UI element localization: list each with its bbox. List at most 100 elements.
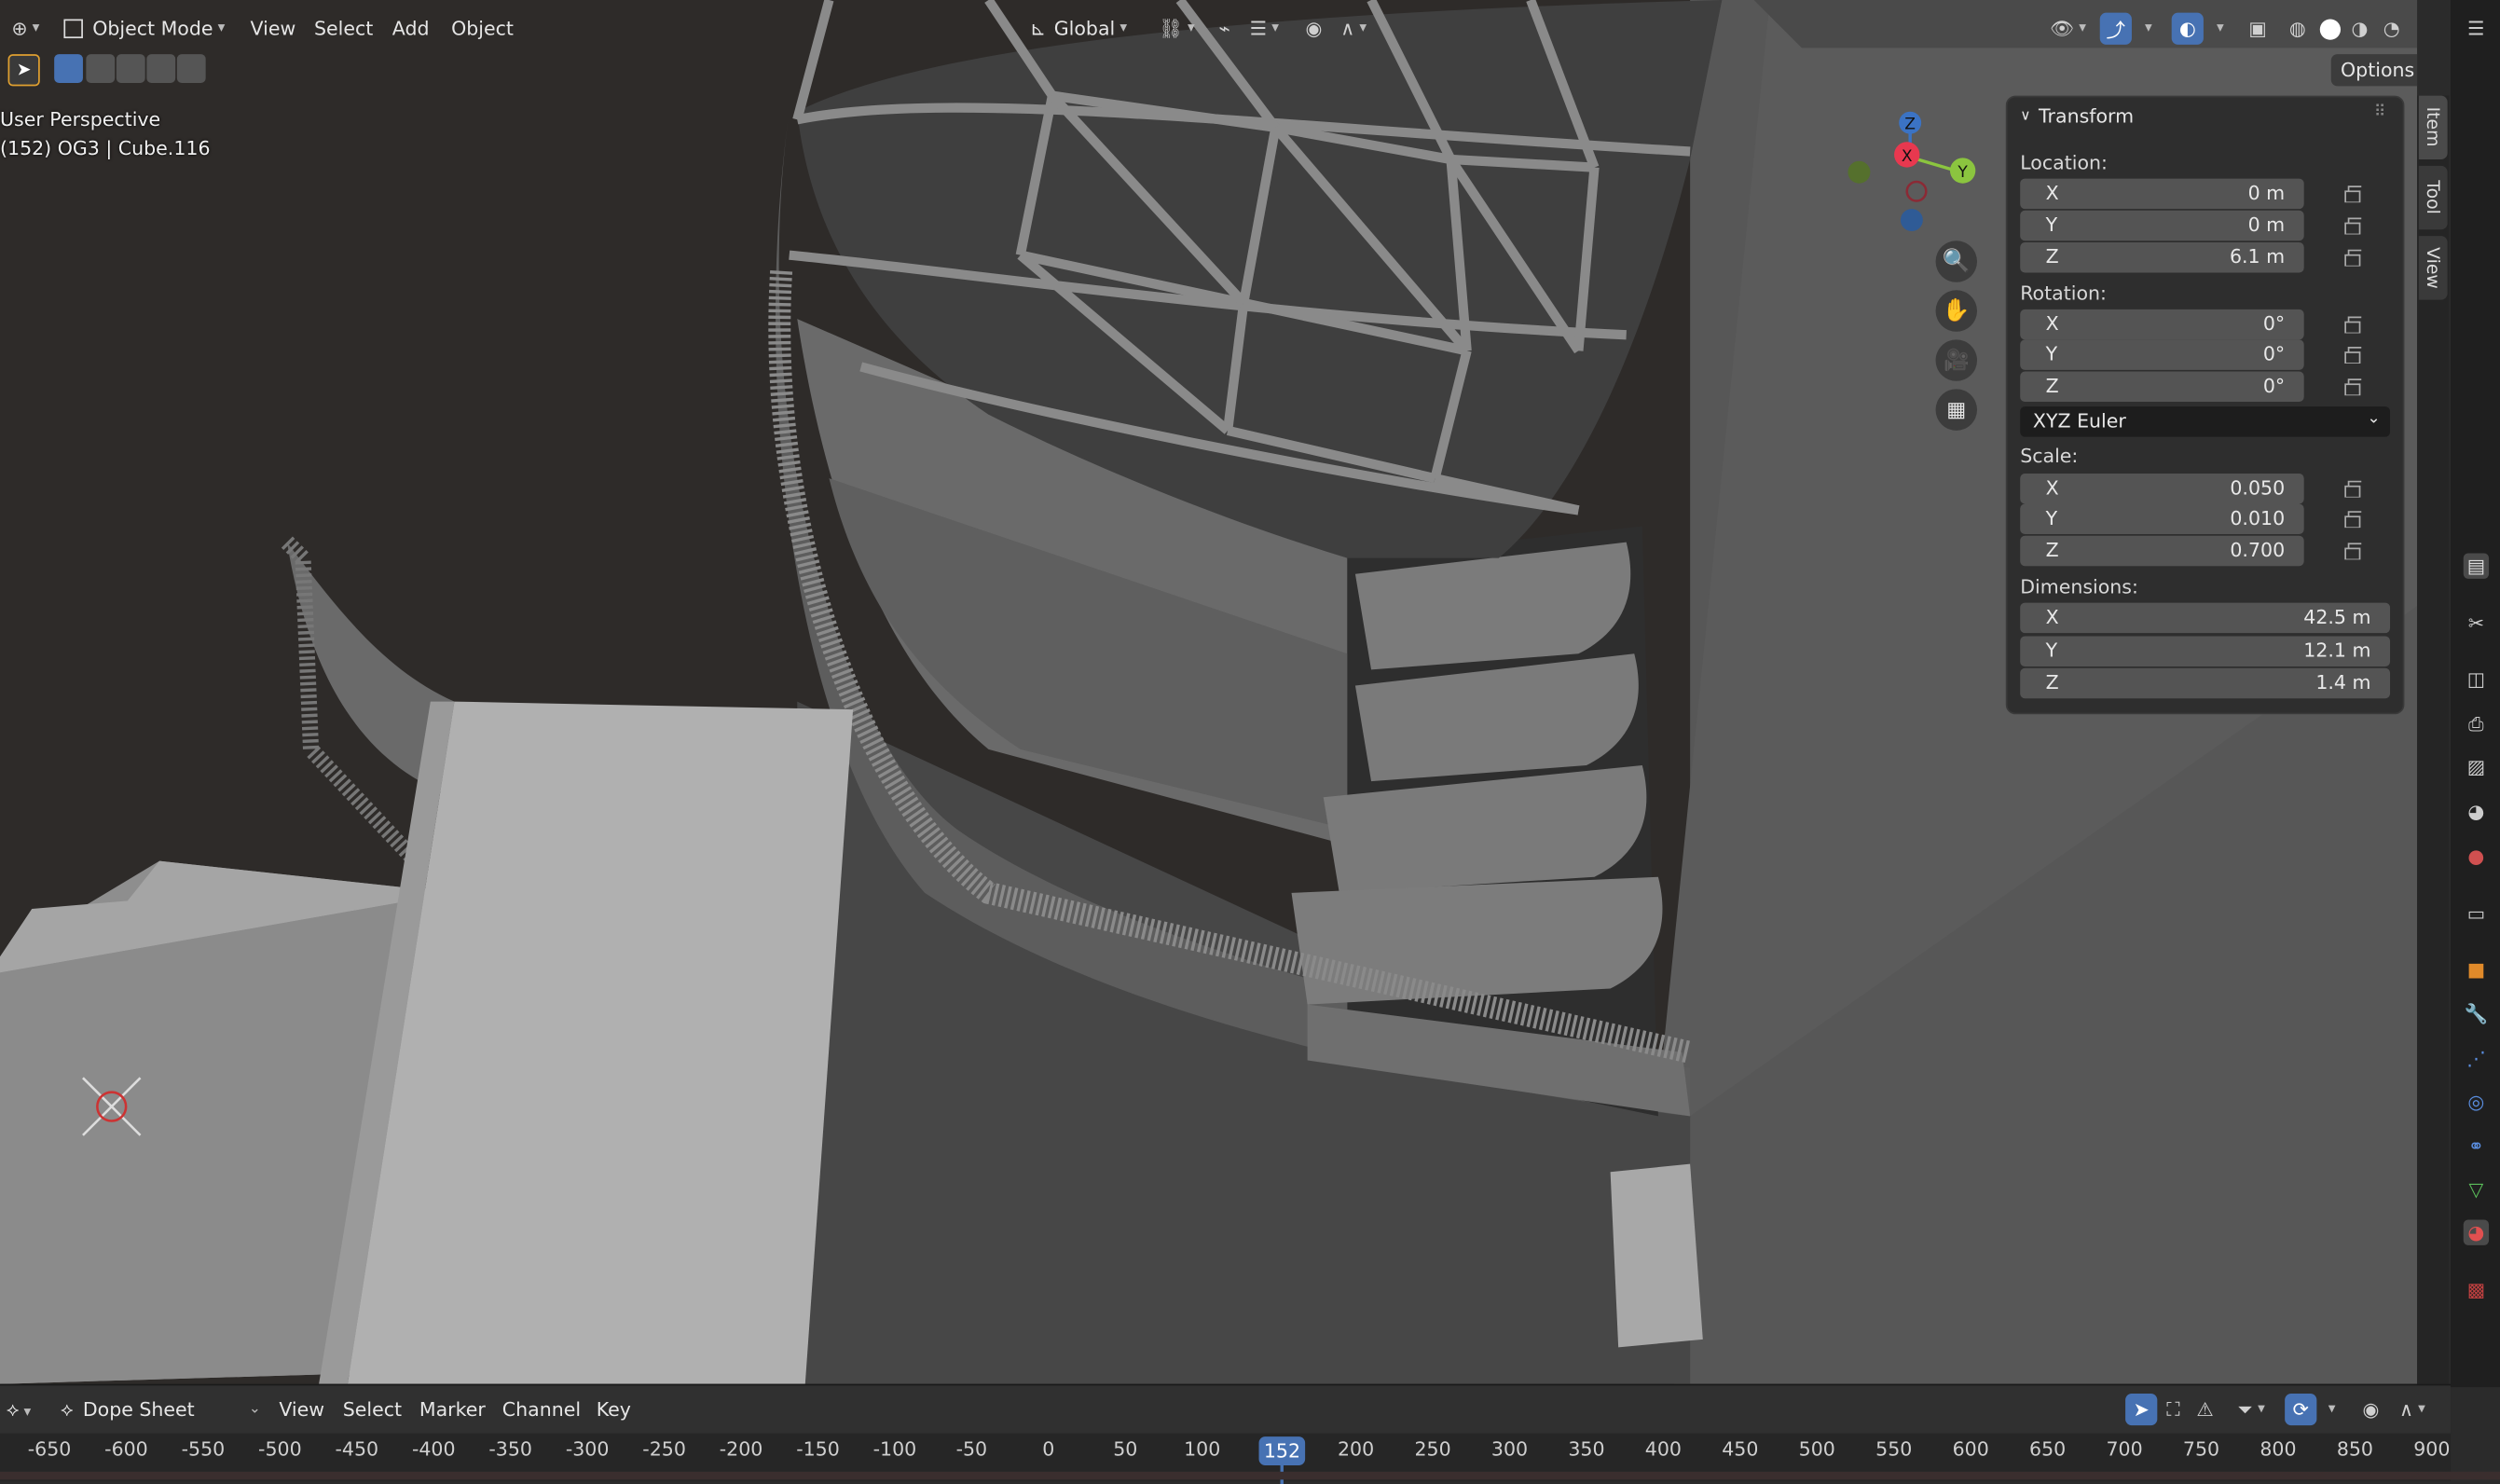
output-properties-icon[interactable]: ⎙: [2464, 711, 2489, 736]
zoom-icon[interactable]: 🔍: [1935, 240, 1978, 282]
menu-key[interactable]: Key: [597, 1395, 631, 1424]
only-selected-icon[interactable]: ➤: [2125, 1393, 2158, 1426]
lock-icon[interactable]: [2342, 314, 2365, 334]
menu-object[interactable]: Object: [442, 13, 523, 45]
lock-icon[interactable]: [2342, 344, 2365, 364]
data-properties-icon[interactable]: ▽: [2464, 1176, 2489, 1202]
particles-properties-icon[interactable]: ⋰: [2464, 1046, 2489, 1071]
location-y-field[interactable]: Y0 m: [2020, 210, 2304, 241]
scale-y-field[interactable]: Y 0.010: [2020, 503, 2304, 535]
editor-type-icon[interactable]: ⊕ ▾: [5, 13, 46, 45]
rendered-shading-icon[interactable]: ◔: [2376, 13, 2408, 45]
select-subtract-icon[interactable]: [116, 54, 145, 83]
gizmo-toggle-icon[interactable]: ⤴: [2099, 12, 2132, 45]
lock-icon[interactable]: [2342, 184, 2365, 203]
lock-icon[interactable]: [2342, 377, 2365, 396]
gizmo-neg-y[interactable]: [1848, 160, 1871, 184]
lock-icon[interactable]: [2342, 478, 2365, 498]
falloff-icon[interactable]: ∧ ▾: [1333, 13, 1374, 45]
scale-x-field[interactable]: X 0.050: [2020, 474, 2304, 504]
material-properties-icon[interactable]: ◕: [2463, 1219, 2490, 1245]
menu-select[interactable]: Select: [343, 1395, 402, 1424]
pivot-point-icon[interactable]: ⛓ ▾: [1154, 13, 1199, 45]
gizmo-neg-x[interactable]: [1905, 180, 1928, 202]
rotation-y-field[interactable]: Y 0°: [2020, 339, 2304, 370]
visibility-icon[interactable]: 👁 ▾: [2044, 13, 2092, 45]
pan-hand-icon[interactable]: ✋: [1935, 290, 1978, 332]
properties-editor-icon[interactable]: ▤: [2463, 553, 2490, 579]
xray-icon[interactable]: ▣: [2242, 13, 2273, 45]
transform-header[interactable]: ∨ Transform: [2020, 105, 2134, 128]
select-invert-icon[interactable]: [146, 54, 176, 83]
world-properties-icon[interactable]: ●: [2464, 844, 2489, 869]
orientation-dropdown[interactable]: ⊾ Global ▾: [1021, 13, 1137, 45]
proportional-edit-icon[interactable]: ◉: [1298, 13, 1329, 45]
menu-select[interactable]: Select: [305, 13, 383, 45]
gizmo-neg-z[interactable]: [1900, 209, 1923, 232]
lock-icon[interactable]: [2342, 541, 2365, 560]
scene-properties-icon[interactable]: ◕: [2464, 799, 2489, 824]
chevron-down-icon[interactable]: [2408, 13, 2417, 45]
dimensions-y-field[interactable]: Y 12.1 m: [2020, 636, 2391, 666]
lock-icon[interactable]: [2342, 247, 2365, 267]
chevron-down-icon[interactable]: ▾: [2134, 13, 2159, 45]
rotation-mode-dropdown[interactable]: XYZ Euler ⌄: [2020, 406, 2391, 437]
location-x-field[interactable]: X0 m: [2020, 178, 2304, 210]
menu-view[interactable]: View: [279, 1395, 324, 1424]
falloff-icon[interactable]: ∧ ▾: [2392, 1394, 2433, 1425]
filter-icon[interactable]: ⏷ ▾: [2228, 1394, 2275, 1425]
menu-channel[interactable]: Channel: [502, 1395, 581, 1424]
location-z-field[interactable]: Z 6.1 m: [2020, 241, 2304, 273]
editor-type-icon[interactable]: ⟡ ▾: [7, 1395, 31, 1427]
outliner-icon[interactable]: ☰: [2464, 16, 2489, 41]
tool-properties-icon[interactable]: ✂: [2464, 611, 2489, 636]
solid-shading-icon[interactable]: [2314, 13, 2345, 45]
show-hidden-icon[interactable]: ⛶: [2157, 1394, 2189, 1425]
view-layer-icon[interactable]: ▨: [2464, 754, 2489, 779]
texture-properties-icon[interactable]: ▩: [2464, 1277, 2489, 1302]
3d-viewport[interactable]: ⊕ ▾ Object Mode ▾ View Select Add Object ⊾…: [0, 0, 2418, 1384]
perspective-grid-icon[interactable]: ▦: [1935, 389, 1978, 431]
drag-handle-icon[interactable]: ⠿: [2374, 103, 2386, 121]
dimensions-z-field[interactable]: Z 1.4 m: [2020, 667, 2391, 699]
menu-view[interactable]: View: [240, 13, 305, 45]
lock-icon[interactable]: [2342, 215, 2365, 235]
physics-properties-icon[interactable]: ◎: [2464, 1089, 2489, 1114]
menu-add[interactable]: Add: [383, 13, 439, 45]
snap-icon[interactable]: ⌁: [1209, 13, 1241, 45]
render-properties-icon[interactable]: ◫: [2464, 666, 2489, 692]
only-errors-icon[interactable]: ⚠: [2190, 1394, 2221, 1425]
tab-item[interactable]: Item: [2418, 95, 2448, 160]
wireframe-shading-icon[interactable]: ◍: [2282, 13, 2314, 45]
snapping-icon[interactable]: ⟳: [2285, 1393, 2317, 1426]
navigation-gizmo[interactable]: Z X Y: [1834, 105, 1993, 249]
material-shading-icon[interactable]: ◑: [2343, 13, 2375, 45]
scale-z-field[interactable]: Z 0.700: [2020, 535, 2304, 567]
rotation-x-field[interactable]: X 0°: [2020, 309, 2304, 340]
lock-icon[interactable]: [2342, 509, 2365, 529]
options-dropdown[interactable]: Options▾: [2330, 54, 2418, 87]
object-properties-icon[interactable]: ■: [2464, 956, 2489, 982]
dope-mode-dropdown[interactable]: ⟡ Dope Sheet ⌄: [61, 1395, 261, 1424]
collection-properties-icon[interactable]: ▭: [2464, 900, 2489, 926]
viewport-header: ⊕ ▾ Object Mode ▾ View Select Add Object ⊾…: [0, 0, 2417, 58]
dimensions-x-field[interactable]: X 42.5 m: [2020, 602, 2391, 634]
mode-dropdown[interactable]: Object Mode ▾: [54, 13, 235, 45]
tab-tool[interactable]: Tool: [2418, 165, 2448, 230]
select-tool-icon[interactable]: ➤: [7, 54, 40, 87]
select-extend-icon[interactable]: [86, 54, 116, 83]
select-new-icon[interactable]: [54, 54, 83, 83]
rotation-z-field[interactable]: Z 0°: [2020, 371, 2304, 403]
proportional-edit-icon[interactable]: ◉: [2355, 1394, 2386, 1425]
tab-view[interactable]: View: [2418, 236, 2448, 300]
snap-target-icon[interactable]: ☰ ▾: [1241, 13, 1288, 45]
camera-view-icon[interactable]: 🎥: [1935, 339, 1978, 381]
chevron-down-icon[interactable]: ▾: [2316, 1394, 2342, 1425]
current-frame-indicator[interactable]: 152: [1258, 1436, 1306, 1465]
chevron-down-icon[interactable]: ▾: [2205, 13, 2231, 45]
select-intersect-icon[interactable]: [176, 54, 206, 83]
modifier-properties-icon[interactable]: 🔧: [2464, 1001, 2489, 1026]
menu-marker[interactable]: Marker: [419, 1395, 486, 1424]
overlays-toggle-icon[interactable]: ◐: [2171, 12, 2204, 45]
constraints-properties-icon[interactable]: ⚭: [2464, 1134, 2489, 1159]
